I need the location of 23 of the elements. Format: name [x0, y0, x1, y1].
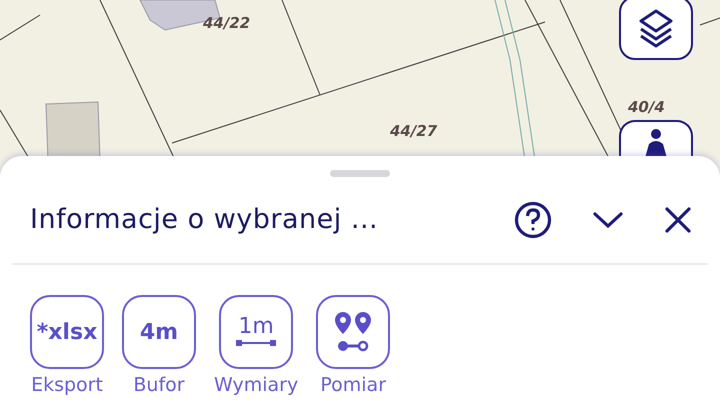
collapse-button[interactable]	[592, 210, 624, 230]
help-button[interactable]	[514, 201, 552, 239]
parcel-number: 44/22	[203, 14, 250, 32]
parcel-number: 40/4	[628, 98, 665, 116]
tool-icon-text: 4m	[140, 318, 178, 346]
tool-button[interactable]: *xlsx Eksport	[30, 295, 104, 400]
layers-button[interactable]	[619, 0, 693, 60]
tool-icon-text: *xlsx	[36, 318, 98, 346]
route-pins-icon	[333, 310, 374, 354]
tool-icon-text: 1m	[238, 316, 274, 338]
tool-button[interactable]: 1m Wymiary	[214, 295, 298, 400]
help-icon	[514, 201, 552, 239]
chevron-down-icon	[592, 210, 624, 230]
close-button[interactable]	[664, 206, 692, 234]
parcel-number: 44/27	[390, 122, 438, 140]
drag-handle[interactable]	[330, 170, 390, 177]
tool-button[interactable]: 4m Bufor	[122, 295, 196, 400]
tool-button[interactable]: Pomiar	[316, 295, 390, 400]
street-view-button[interactable]	[619, 120, 693, 156]
panel-title: Informacje o wybranej ...	[30, 202, 380, 237]
layers-icon	[638, 8, 674, 48]
close-icon	[664, 206, 692, 234]
dimension-line-icon	[236, 338, 276, 348]
